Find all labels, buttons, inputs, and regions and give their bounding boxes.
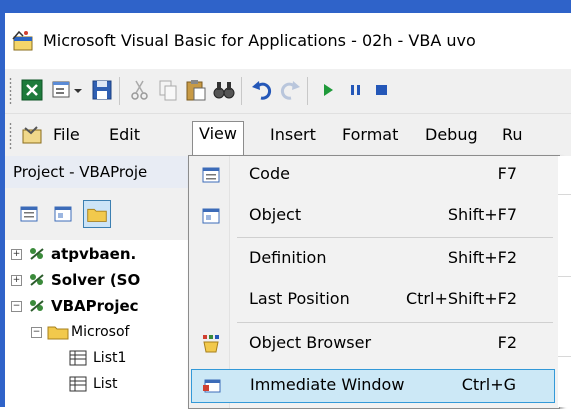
menu-item-object[interactable]: Object Shift+F7 — [191, 199, 555, 233]
save-icon[interactable] — [89, 77, 115, 103]
code-window-icon — [202, 167, 220, 183]
view-menu-dropdown: Code F7 Object Shift+F7 Definition Shift… — [188, 155, 560, 409]
tree-item-solver[interactable]: + Solver (SO — [5, 268, 188, 292]
window-title: Microsoft Visual Basic for Applications … — [43, 31, 476, 50]
menu-separator — [237, 237, 553, 238]
standard-toolbar — [5, 69, 571, 114]
project-explorer: Project - VBAProje + atpvbaen. + Solver … — [5, 156, 189, 407]
toolbar-separator — [307, 77, 308, 105]
menu-item-label: Object Browser — [249, 333, 372, 352]
menubar-grip[interactable] — [9, 122, 12, 150]
excel-icon[interactable] — [19, 124, 45, 146]
tree-item-list2[interactable]: List — [5, 372, 188, 396]
menu-item-shortcut: F2 — [497, 333, 517, 352]
code-area-line — [558, 194, 571, 195]
menu-item-shortcut: Shift+F7 — [447, 205, 517, 224]
collapse-icon[interactable]: − — [31, 327, 42, 338]
undo-icon[interactable] — [249, 77, 275, 103]
menu-item-code[interactable]: Code F7 — [191, 158, 555, 192]
menu-item-label: Last Position — [249, 289, 350, 308]
expand-icon[interactable]: + — [11, 249, 22, 260]
toolbar-separator — [241, 77, 242, 105]
project-explorer-title: Project - VBAProje — [5, 156, 188, 188]
menu-item-label: Code — [249, 164, 290, 183]
menu-item-label: Object — [249, 205, 302, 224]
redo-icon[interactable] — [277, 77, 303, 103]
code-area-line — [558, 276, 571, 277]
cut-icon[interactable] — [127, 77, 153, 103]
view-code-icon[interactable] — [15, 200, 43, 228]
menu-debug[interactable]: Debug — [419, 123, 484, 147]
menu-item-shortcut: F7 — [497, 164, 517, 183]
project-tree: + atpvbaen. + Solver (SO − VBAProjec − M… — [5, 242, 188, 407]
chevron-down-icon[interactable] — [71, 77, 85, 103]
window-frame-top — [0, 0, 571, 13]
tree-item-list1[interactable]: List1 — [5, 346, 188, 370]
tree-item-microsoft-excel-objects[interactable]: − Microsof — [5, 320, 188, 344]
worksheet-icon — [69, 350, 87, 366]
immediate-window-icon — [203, 379, 221, 393]
collapse-icon[interactable]: − — [11, 301, 22, 312]
menu-edit[interactable]: Edit — [103, 123, 146, 147]
menu-view[interactable]: View — [192, 121, 244, 157]
menu-bar: File Edit View Insert Format Debug Ru — [5, 114, 571, 157]
tree-label: VBAProjec — [51, 297, 139, 315]
menu-item-shortcut: Ctrl+G — [461, 375, 516, 394]
menu-item-shortcut: Ctrl+Shift+F2 — [405, 289, 517, 308]
code-area-line — [558, 356, 571, 357]
menu-item-object-browser[interactable]: Object Browser F2 — [191, 327, 555, 361]
project-explorer-toolbar — [5, 188, 188, 240]
code-area-edge — [558, 156, 571, 407]
tree-label: Solver (SO — [51, 271, 141, 289]
copy-icon[interactable] — [155, 77, 181, 103]
toolbar-separator — [119, 77, 120, 105]
expand-icon[interactable]: + — [11, 275, 22, 286]
menu-item-label: Immediate Window — [250, 375, 405, 394]
menu-file[interactable]: File — [47, 123, 86, 147]
worksheet-icon — [69, 376, 87, 392]
menu-item-label: Definition — [249, 248, 327, 267]
menu-run[interactable]: Ru — [496, 123, 529, 147]
toolbar-grip[interactable] — [9, 77, 12, 105]
menu-format[interactable]: Format — [336, 123, 404, 147]
break-icon[interactable] — [343, 77, 369, 103]
folder-icon — [47, 326, 69, 340]
vba-app-icon — [12, 30, 33, 51]
tree-label: List1 — [93, 350, 127, 366]
view-object-icon[interactable] — [49, 200, 77, 228]
toggle-folders-icon[interactable] — [83, 200, 111, 228]
menu-insert[interactable]: Insert — [264, 123, 322, 147]
object-browser-icon — [203, 335, 219, 353]
run-icon[interactable] — [315, 77, 341, 103]
paste-icon[interactable] — [183, 77, 209, 103]
menu-item-shortcut: Shift+F2 — [447, 248, 517, 267]
menu-item-last-position[interactable]: Last Position Ctrl+Shift+F2 — [191, 283, 555, 317]
vba-project-icon — [30, 248, 44, 260]
menu-item-immediate-window[interactable]: Immediate Window Ctrl+G — [191, 369, 555, 403]
reset-icon[interactable] — [369, 77, 395, 103]
excel-view-icon[interactable] — [19, 77, 45, 103]
object-icon — [202, 208, 220, 224]
tree-label: atpvbaen. — [51, 245, 137, 263]
find-icon[interactable] — [211, 77, 237, 103]
tree-item-vbaproject[interactable]: − VBAProjec — [5, 294, 188, 318]
title-bar: Microsoft Visual Basic for Applications … — [5, 13, 571, 69]
vba-project-icon — [30, 300, 44, 312]
menu-separator — [237, 322, 553, 323]
tree-label: Microsof — [71, 324, 130, 340]
tree-label: List — [93, 376, 118, 392]
vba-project-icon — [30, 274, 44, 286]
tree-item-atpvbaen[interactable]: + atpvbaen. — [5, 242, 188, 266]
menu-item-definition[interactable]: Definition Shift+F2 — [191, 242, 555, 276]
